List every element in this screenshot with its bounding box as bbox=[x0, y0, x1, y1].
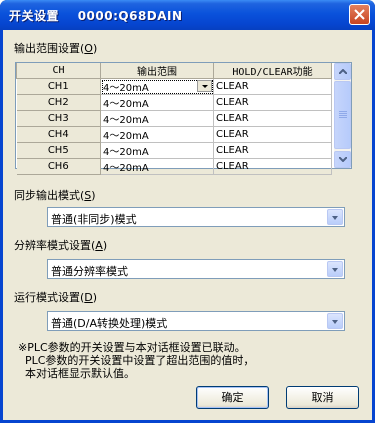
output-range-grid[interactable]: CH 输出范围 HOLD/CLEAR功能 CH1 4～20mA CLEAR CH… bbox=[15, 62, 352, 175]
channel-cell: CH4 bbox=[16, 126, 101, 143]
hold-cell[interactable]: CLEAR bbox=[213, 142, 332, 159]
range-cell[interactable]: 4～20mA bbox=[100, 142, 214, 159]
ok-button[interactable]: 确定 bbox=[196, 386, 269, 409]
chevron-down-icon[interactable] bbox=[327, 313, 343, 329]
column-header-hold: HOLD/CLEAR功能 bbox=[213, 63, 332, 79]
chevron-down-icon[interactable] bbox=[327, 209, 343, 225]
hold-cell[interactable]: CLEAR bbox=[213, 158, 332, 175]
table-row[interactable]: CH3 4～20mA CLEAR bbox=[16, 110, 332, 127]
sync-mode-label: 同步输出模式(S) bbox=[14, 189, 96, 202]
range-cell[interactable]: 4～20mA bbox=[100, 94, 214, 111]
range-cell[interactable]: 4～20mA bbox=[100, 126, 214, 143]
hold-cell[interactable]: CLEAR bbox=[213, 94, 332, 111]
hold-cell[interactable]: CLEAR bbox=[213, 110, 332, 127]
table-row[interactable]: CH5 4～20mA CLEAR bbox=[16, 142, 332, 159]
table-row[interactable]: CH6 4～20mA CLEAR bbox=[16, 158, 332, 175]
note-text: ※PLC参数的开关设置与本对话框设置已联动。 PLC参数的开关设置中设置了超出范… bbox=[18, 341, 255, 380]
run-mode-value: 普通(D/A转换处理)模式 bbox=[51, 317, 168, 330]
title-bar[interactable]: 开关设置 0000:Q68DAIN bbox=[0, 0, 375, 30]
sync-mode-select[interactable]: 普通(非同步)模式 bbox=[47, 207, 345, 227]
chevron-down-icon bbox=[339, 157, 347, 162]
channel-cell: CH3 bbox=[16, 110, 101, 127]
channel-cell: CH2 bbox=[16, 94, 101, 111]
range-cell[interactable]: 4～20mA bbox=[100, 110, 214, 127]
hold-cell[interactable]: CLEAR bbox=[213, 78, 332, 95]
sync-mode-value: 普通(非同步)模式 bbox=[51, 213, 137, 226]
output-range-label: 输出范围设置(O) bbox=[14, 42, 98, 55]
vertical-scrollbar[interactable] bbox=[334, 63, 351, 168]
scroll-up-button[interactable] bbox=[334, 63, 351, 80]
resolution-mode-value: 普通分辨率模式 bbox=[51, 265, 128, 278]
dialog-window: 开关设置 0000:Q68DAIN 输出范围设置(O) CH 输出范围 HOLD… bbox=[0, 0, 375, 423]
scroll-thumb[interactable] bbox=[334, 81, 351, 149]
resolution-mode-select[interactable]: 普通分辨率模式 bbox=[47, 259, 345, 279]
column-header-ch: CH bbox=[16, 63, 101, 79]
resolution-mode-label: 分辨率模式设置(A) bbox=[14, 239, 108, 252]
table-row[interactable]: CH4 4～20mA CLEAR bbox=[16, 126, 332, 143]
channel-cell: CH5 bbox=[16, 142, 101, 159]
table-header-row: CH 输出范围 HOLD/CLEAR功能 bbox=[16, 63, 332, 79]
range-cell[interactable]: 4～20mA bbox=[100, 78, 214, 95]
scroll-down-button[interactable] bbox=[334, 151, 351, 168]
table-row[interactable]: CH1 4～20mA CLEAR bbox=[16, 78, 332, 95]
column-header-range: 输出范围 bbox=[100, 63, 214, 79]
chevron-down-icon[interactable] bbox=[327, 261, 343, 277]
chevron-up-icon bbox=[339, 69, 347, 74]
hold-cell[interactable]: CLEAR bbox=[213, 126, 332, 143]
close-button[interactable] bbox=[349, 4, 370, 25]
table-row[interactable]: CH2 4～20mA CLEAR bbox=[16, 94, 332, 111]
range-dropdown-button[interactable] bbox=[197, 80, 212, 92]
cancel-button[interactable]: 取消 bbox=[286, 386, 359, 409]
channel-cell: CH1 bbox=[16, 78, 101, 95]
range-cell[interactable]: 4～20mA bbox=[100, 158, 214, 175]
channel-cell: CH6 bbox=[16, 158, 101, 175]
run-mode-label: 运行模式设置(D) bbox=[14, 291, 98, 304]
dialog-body: 输出范围设置(O) CH 输出范围 HOLD/CLEAR功能 CH1 4～20m… bbox=[3, 30, 372, 420]
output-range-table: CH 输出范围 HOLD/CLEAR功能 CH1 4～20mA CLEAR CH… bbox=[16, 63, 332, 175]
run-mode-select[interactable]: 普通(D/A转换处理)模式 bbox=[47, 311, 345, 331]
window-title: 开关设置 0000:Q68DAIN bbox=[9, 9, 183, 23]
close-icon bbox=[354, 9, 365, 20]
